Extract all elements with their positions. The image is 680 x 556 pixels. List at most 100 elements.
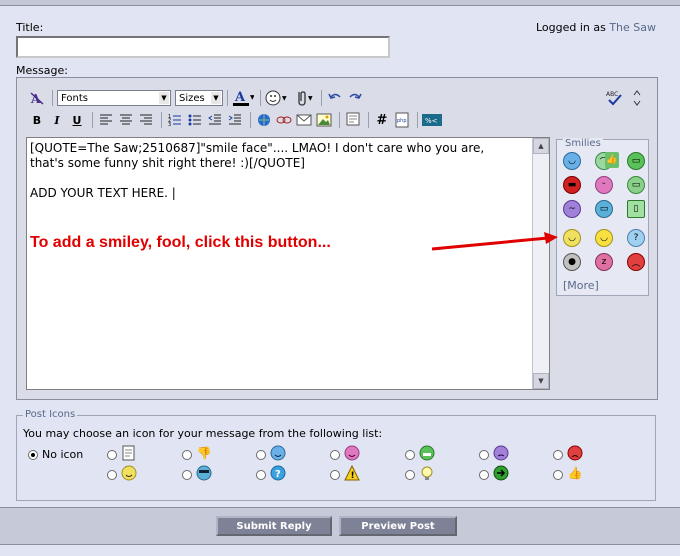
radio-no-icon[interactable] bbox=[28, 450, 38, 460]
chevron-down-icon: ▼ bbox=[211, 92, 221, 104]
svg-text:▼: ▼ bbox=[250, 94, 254, 101]
smilies-panel: Smilies ◡ ⌒ 👍 ▭ ▬ ᵕ ▭ ~ ▭ ▯ ◡ ◡ ? ● z ︵ … bbox=[556, 138, 649, 296]
php-icon[interactable]: php bbox=[393, 111, 411, 129]
svg-text:3: 3 bbox=[168, 122, 171, 127]
spellcheck-icon[interactable]: ABC bbox=[606, 89, 624, 107]
separator bbox=[92, 112, 93, 128]
underline-icon[interactable]: U bbox=[68, 111, 86, 129]
resize-toggle-icon[interactable] bbox=[628, 89, 646, 107]
align-left-icon[interactable] bbox=[97, 111, 115, 129]
message-textarea[interactable]: [QUOTE=The Saw;2510687]"smile face".... … bbox=[26, 137, 550, 390]
logged-in-prefix: Logged in as bbox=[535, 21, 606, 34]
attachment-icon[interactable]: ▼ bbox=[293, 89, 315, 107]
font-select[interactable]: Fonts ▼ bbox=[57, 90, 171, 106]
unordered-list-icon[interactable] bbox=[186, 111, 204, 129]
separator bbox=[52, 90, 53, 106]
annotation-text: To add a smiley, fool, click this button… bbox=[30, 234, 331, 251]
redo-icon[interactable] bbox=[346, 89, 364, 107]
document-icon bbox=[121, 445, 137, 461]
chevron-down-icon: ▼ bbox=[159, 92, 169, 104]
outdent-icon[interactable] bbox=[206, 111, 224, 129]
insert-image-icon[interactable] bbox=[315, 111, 333, 129]
bold-icon[interactable]: B bbox=[28, 111, 46, 129]
hash-icon[interactable]: # bbox=[373, 111, 391, 129]
radio-icon[interactable] bbox=[107, 450, 117, 460]
grin-face-icon bbox=[419, 445, 435, 461]
radio-icon[interactable] bbox=[553, 470, 563, 480]
indent-icon[interactable] bbox=[226, 111, 244, 129]
angry-face-icon bbox=[567, 445, 583, 461]
message-text: [QUOTE=The Saw;2510687]"smile face".... … bbox=[30, 141, 485, 200]
insert-smilie-button[interactable]: ▼ bbox=[265, 89, 291, 107]
thumbs-icon[interactable]: 👍 bbox=[605, 152, 619, 168]
separator bbox=[250, 112, 251, 128]
submit-reply-button[interactable]: Submit Reply bbox=[216, 516, 332, 536]
tongue-icon[interactable]: ᵕ bbox=[595, 176, 613, 194]
wink-icon[interactable]: ◡ bbox=[595, 229, 613, 247]
toolbar-row-1: A Fonts ▼ Sizes ▼ A ▼ ▼ ▼ bbox=[28, 88, 366, 108]
radio-icon[interactable] bbox=[479, 470, 489, 480]
shock-icon[interactable]: ● bbox=[563, 253, 581, 271]
sleep-icon[interactable]: z bbox=[595, 253, 613, 271]
question-mark-icon: ? bbox=[270, 465, 286, 481]
separator bbox=[227, 90, 228, 106]
font-color-button[interactable]: A ▼ bbox=[232, 89, 254, 107]
angry-icon[interactable]: ︵ bbox=[627, 253, 645, 271]
grin-icon[interactable]: ▭ bbox=[627, 152, 645, 170]
post-icons-fieldset: Post Icons You may choose an icon for yo… bbox=[16, 409, 656, 501]
post-icons-description: You may choose an icon for your message … bbox=[23, 427, 383, 440]
italic-icon[interactable]: I bbox=[48, 111, 66, 129]
action-bar: Submit Reply Preview Post bbox=[0, 507, 680, 545]
svg-text:▼: ▼ bbox=[282, 95, 287, 102]
separator bbox=[417, 112, 418, 128]
eek-icon[interactable]: ▯ bbox=[627, 200, 645, 218]
radio-icon[interactable] bbox=[256, 450, 266, 460]
size-select[interactable]: Sizes ▼ bbox=[175, 90, 223, 106]
undo-icon[interactable] bbox=[326, 89, 344, 107]
title-input[interactable] bbox=[16, 36, 390, 58]
insert-email-icon[interactable] bbox=[295, 111, 313, 129]
radio-icon[interactable] bbox=[256, 470, 266, 480]
mad-icon[interactable]: ▬ bbox=[563, 176, 581, 194]
arrow-right-icon bbox=[493, 465, 509, 481]
align-right-icon[interactable] bbox=[137, 111, 155, 129]
scroll-down-icon[interactable]: ▼ bbox=[533, 373, 549, 389]
radio-icon[interactable] bbox=[479, 450, 489, 460]
title-label: Title: bbox=[16, 21, 44, 34]
textarea-scrollbar[interactable]: ▲ ▼ bbox=[532, 138, 549, 389]
unlink-icon[interactable] bbox=[275, 111, 293, 129]
logged-in-status: Logged in as The Saw bbox=[536, 21, 656, 34]
preview-post-button[interactable]: Preview Post bbox=[339, 516, 457, 536]
more-smilies-link[interactable]: [More] bbox=[563, 279, 599, 292]
smile-icon[interactable]: ◡ bbox=[563, 152, 581, 170]
no-icon-label: No icon bbox=[42, 448, 84, 461]
radio-icon[interactable] bbox=[182, 470, 192, 480]
cool-icon[interactable]: ▭ bbox=[595, 200, 613, 218]
lightbulb-icon bbox=[419, 465, 435, 481]
radio-icon[interactable] bbox=[330, 470, 340, 480]
radio-icon[interactable] bbox=[182, 450, 192, 460]
thumbs-down-icon: 👎 bbox=[196, 446, 212, 460]
radio-icon[interactable] bbox=[405, 470, 415, 480]
radio-icon[interactable] bbox=[330, 450, 340, 460]
radio-icon[interactable] bbox=[405, 450, 415, 460]
biggrin-icon[interactable]: ▭ bbox=[627, 176, 645, 194]
scroll-up-icon[interactable]: ▲ bbox=[533, 138, 549, 154]
confused-icon[interactable]: ~ bbox=[563, 200, 581, 218]
smiley-happy-icon[interactable]: ◡ bbox=[563, 229, 581, 247]
username-link[interactable]: The Saw bbox=[609, 21, 656, 34]
ordered-list-icon[interactable]: 123 bbox=[166, 111, 184, 129]
insert-link-icon[interactable] bbox=[255, 111, 273, 129]
remove-format-icon[interactable]: A bbox=[28, 89, 46, 107]
align-center-icon[interactable] bbox=[117, 111, 135, 129]
svg-text:!: ! bbox=[351, 471, 355, 481]
radio-icon[interactable] bbox=[107, 470, 117, 480]
question-icon[interactable]: ? bbox=[627, 229, 645, 247]
radio-icon[interactable] bbox=[553, 450, 563, 460]
top-bar bbox=[0, 0, 680, 6]
warning-icon: ! bbox=[344, 465, 360, 481]
quote-icon[interactable] bbox=[344, 111, 362, 129]
html-icon[interactable]: %< bbox=[422, 111, 442, 129]
size-select-value: Sizes bbox=[179, 92, 205, 104]
separator bbox=[321, 90, 322, 106]
